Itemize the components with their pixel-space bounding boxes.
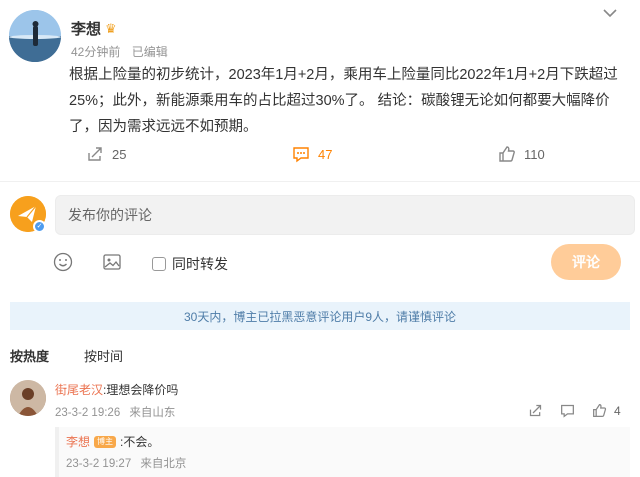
repost-button[interactable]: 25	[86, 145, 126, 163]
post-text-line: 25%；此外，新能源乘用车的占比超过30%了。 结论：碳酸锂无论如何都要大幅降价	[69, 93, 610, 109]
edited-label: 已编辑	[131, 45, 168, 59]
comment-count: 47	[318, 146, 333, 162]
comment-row: 街尾老汉:理想会降价吗	[55, 381, 178, 398]
comment-icon	[293, 147, 309, 163]
section-divider	[0, 181, 640, 182]
author-name-row: 李想 ♛	[71, 18, 117, 39]
verified-icon: ✓	[33, 220, 46, 233]
author-name[interactable]: 李想	[71, 18, 101, 39]
comment-input[interactable]: 发布你的评论	[55, 195, 635, 235]
post-body: 根据上险量的初步统计，2023年1月+2月，乘用车上险量同比2022年1月+2月…	[69, 62, 625, 140]
repost-count: 25	[112, 146, 127, 162]
crown-icon: ♛	[105, 20, 117, 36]
repost-checkbox-row[interactable]: 同时转发	[152, 254, 228, 274]
comment-input-placeholder: 发布你的评论	[68, 207, 152, 223]
repost-icon	[88, 147, 102, 161]
author-avatar[interactable]	[9, 10, 61, 62]
thumbs-up-icon	[499, 146, 515, 162]
post-action-bar: 25 47 110	[0, 145, 640, 167]
repost-checkbox[interactable]	[152, 257, 166, 271]
comment-actions	[0, 403, 640, 419]
reply-text: :不会。	[120, 435, 160, 449]
chevron-down-icon[interactable]	[602, 6, 618, 20]
emoji-icon[interactable]	[53, 252, 73, 272]
reply-meta: 23-3-2 19:27 来自北京	[66, 455, 186, 471]
comment-like-count: 4	[614, 404, 621, 418]
reply-author-name[interactable]: 李想	[66, 433, 90, 450]
reply-date: 23-3-2 19:27	[66, 458, 132, 470]
like-button[interactable]: 110	[498, 145, 545, 163]
like-count: 110	[524, 146, 545, 162]
repost-checkbox-label: 同时转发	[172, 256, 228, 272]
post-meta: 42分钟前 已编辑	[71, 43, 168, 60]
submit-comment-button[interactable]: 评论	[551, 244, 621, 280]
blocked-users-notice: 30天内，博主已拉黑恶意评论用户9人，请谨慎评论	[10, 302, 630, 330]
post-text-line: 根据上险量的初步统计，2023年1月+2月，乘用车上险量同比2022年1月+2月…	[69, 67, 618, 83]
thumbs-up-icon[interactable]	[592, 403, 607, 418]
tab-sort-time[interactable]: 按时间	[84, 346, 123, 365]
comment-text: :理想会降价吗	[103, 383, 179, 397]
repost-icon[interactable]	[528, 403, 543, 418]
tab-sort-hot[interactable]: 按热度	[10, 346, 49, 365]
comment-button[interactable]: 47	[292, 145, 332, 163]
image-icon[interactable]	[102, 252, 122, 272]
post-time[interactable]: 42分钟前	[71, 45, 120, 59]
author-badge: 博主	[94, 435, 117, 448]
reply-location: 来自北京	[140, 458, 187, 470]
commenter-name[interactable]: 街尾老汉	[55, 383, 103, 397]
reply-row: 李想 博主 :不会。	[66, 433, 159, 450]
post-text-line: 了，因为需求远远不如预期。	[69, 119, 258, 135]
comment-icon[interactable]	[560, 403, 575, 418]
